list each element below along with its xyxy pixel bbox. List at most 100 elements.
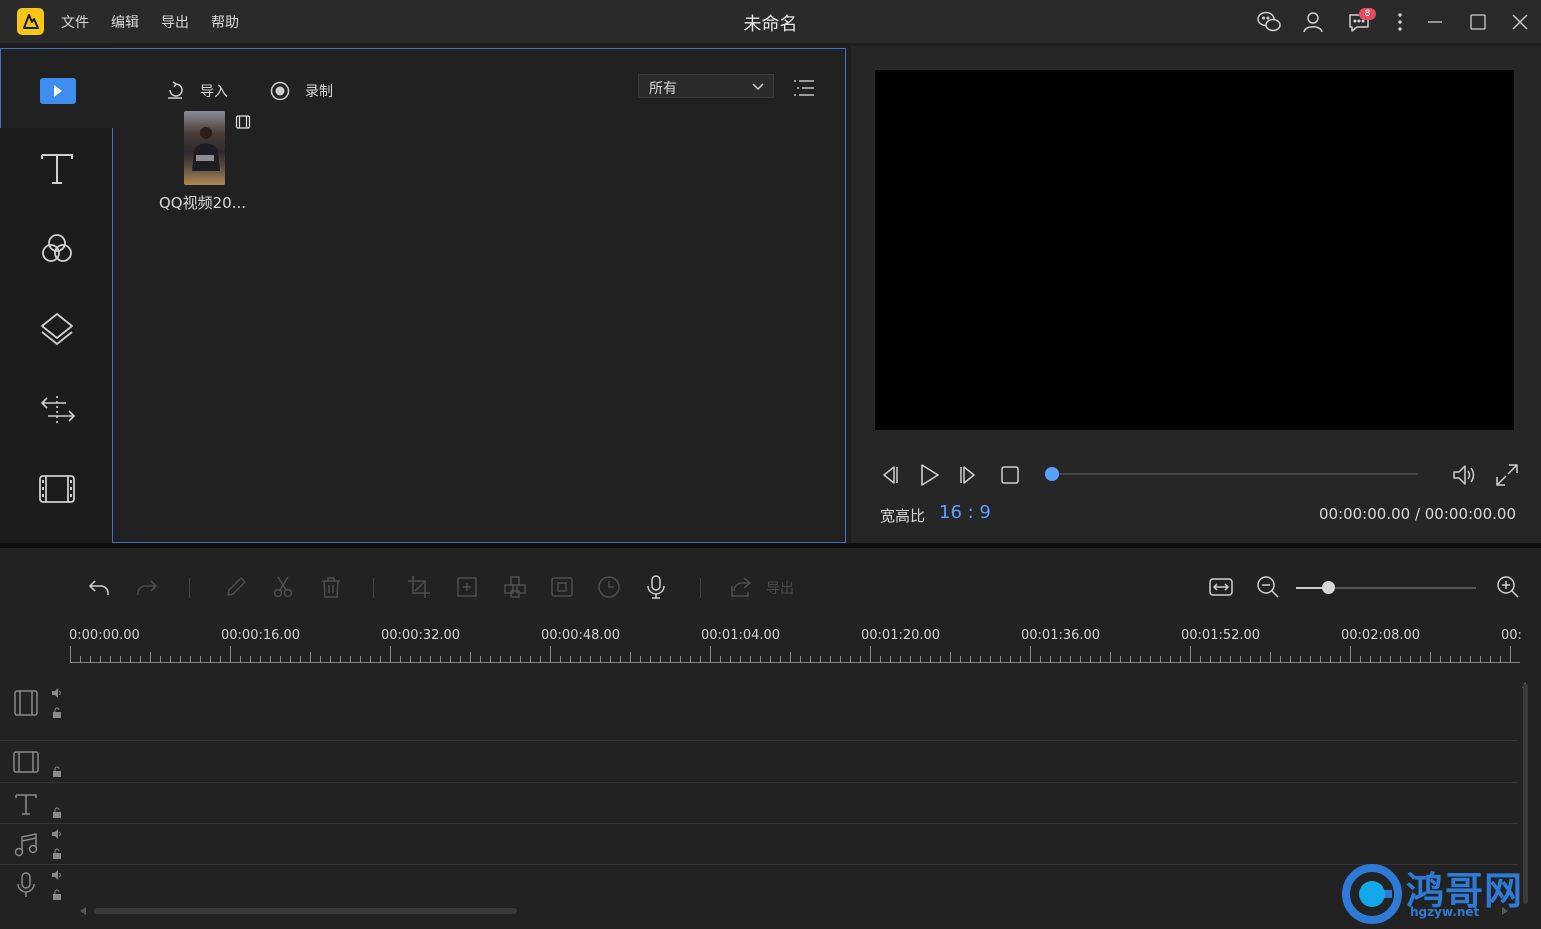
list-view-icon[interactable]	[792, 78, 816, 98]
voice-track-icon	[12, 871, 40, 899]
timecode: 00:00:00.00 / 00:00:00.00	[1318, 505, 1516, 523]
ruler-label: 00:02:08.00	[1341, 628, 1421, 643]
record-label: 录制	[305, 84, 333, 100]
media-filter-select[interactable]: 所有	[638, 74, 774, 98]
microphone-icon[interactable]	[643, 574, 669, 600]
playback-progress-track[interactable]	[1052, 473, 1418, 475]
maximize-icon[interactable]	[1465, 9, 1491, 35]
crop-icon[interactable]	[406, 574, 432, 600]
video-type-icon	[235, 114, 251, 130]
toolbar-separator	[700, 578, 701, 598]
scroll-left-icon[interactable]	[78, 905, 88, 917]
media-library-border	[112, 128, 113, 543]
element-icon[interactable]	[36, 468, 78, 510]
library-panel	[0, 46, 847, 543]
undo-icon[interactable]	[86, 574, 112, 600]
track-video-overlay[interactable]	[0, 741, 1518, 783]
transition-icon[interactable]	[36, 388, 78, 430]
watermark-logo	[1340, 860, 1404, 924]
ruler-label: 00:01:36.00	[1021, 628, 1101, 643]
text-track-icon	[12, 790, 40, 818]
volume-icon[interactable]	[1451, 462, 1477, 488]
lock-icon[interactable]	[51, 807, 63, 819]
lock-icon[interactable]	[51, 707, 63, 719]
zoom-slider-knob[interactable]	[1322, 581, 1335, 594]
mute-icon[interactable]	[51, 828, 63, 840]
more-icon[interactable]	[1387, 9, 1413, 35]
menu-file[interactable]: 文件	[61, 12, 89, 32]
music-track-icon	[12, 831, 40, 859]
toolbar-separator	[189, 578, 190, 598]
aspect-ratio-label: 宽高比	[880, 507, 926, 525]
ruler-label: 00:01:52.00	[1181, 628, 1261, 643]
menu-edit[interactable]: 编辑	[111, 12, 139, 32]
lock-icon[interactable]	[51, 889, 63, 901]
aspect-ratio-value[interactable]: 16 : 9	[939, 502, 991, 523]
import-label: 导入	[200, 84, 228, 100]
ruler-label: 00:01:20.00	[861, 628, 941, 643]
cut-icon[interactable]	[270, 574, 296, 600]
ruler-label: 00:00:32.00	[381, 628, 461, 643]
menu-export[interactable]: 导出	[161, 12, 189, 32]
close-icon[interactable]	[1507, 9, 1533, 35]
stop-icon[interactable]	[997, 462, 1023, 488]
ruler-label: 00:01:04.00	[701, 628, 781, 643]
import-button[interactable]: 导入	[164, 80, 228, 102]
import-icon	[168, 81, 183, 99]
lock-icon[interactable]	[51, 766, 63, 778]
lock-icon[interactable]	[51, 848, 63, 860]
clip-name: QQ视频20...	[159, 194, 247, 212]
mute-icon[interactable]	[51, 869, 63, 881]
toolbar-separator	[373, 578, 374, 598]
edit-icon[interactable]	[223, 574, 249, 600]
ruler-label: 00:	[1501, 628, 1522, 643]
horizontal-scroll-thumb[interactable]	[94, 908, 517, 914]
snapshot-icon[interactable]	[549, 574, 575, 600]
duration-icon[interactable]	[596, 574, 622, 600]
redo-icon[interactable]	[134, 574, 160, 600]
clip-thumbnail[interactable]	[184, 111, 225, 185]
resize-icon[interactable]	[454, 574, 480, 600]
zoom-in-icon[interactable]	[1495, 574, 1521, 600]
timeline-export-icon[interactable]	[728, 574, 754, 600]
zoom-out-icon[interactable]	[1255, 574, 1281, 600]
vertical-scroll-thumb[interactable]	[1523, 684, 1528, 904]
notification-badge: 8	[1359, 8, 1376, 20]
watermark-domain: hgzyw.net	[1410, 905, 1480, 919]
menu-help[interactable]: 帮助	[211, 12, 239, 32]
text-icon[interactable]	[36, 147, 78, 189]
filter-icon[interactable]	[36, 228, 78, 270]
track-music[interactable]	[0, 824, 1518, 865]
chevron-down-icon	[752, 83, 764, 91]
mute-icon[interactable]	[51, 687, 63, 699]
title-bar: 文件 编辑 导出 帮助 未命名 8	[0, 0, 1541, 43]
track-text[interactable]	[0, 783, 1518, 824]
next-frame-icon[interactable]	[956, 462, 982, 488]
fit-timeline-icon[interactable]	[1208, 574, 1234, 600]
track-video-main[interactable]	[0, 665, 1518, 741]
timeline-export-label[interactable]: 导出	[766, 578, 794, 598]
ruler-label: 0:00:00.00	[69, 628, 140, 643]
ruler-label: 00:00:16.00	[221, 628, 301, 643]
delete-icon[interactable]	[318, 574, 344, 600]
prev-frame-icon[interactable]	[876, 462, 902, 488]
user-icon[interactable]	[1300, 9, 1326, 35]
ruler-label: 00:00:48.00	[541, 628, 621, 643]
video-track-icon	[12, 689, 40, 717]
play-icon[interactable]	[916, 462, 942, 488]
minimize-icon[interactable]	[1422, 9, 1448, 35]
filter-value: 所有	[649, 81, 677, 97]
overlay-track-icon	[12, 748, 40, 776]
fullscreen-icon[interactable]	[1494, 462, 1520, 488]
record-icon	[270, 81, 290, 101]
ruler-baseline	[70, 662, 1520, 663]
media-icon[interactable]	[36, 70, 78, 112]
overlay-icon[interactable]	[36, 308, 78, 350]
playback-progress-knob[interactable]	[1045, 467, 1059, 481]
record-button[interactable]: 录制	[269, 80, 333, 102]
track-voice[interactable]	[0, 865, 1518, 906]
wechat-icon[interactable]	[1256, 9, 1282, 35]
app-logo[interactable]	[17, 8, 44, 35]
preview-screen	[875, 70, 1514, 430]
mosaic-icon[interactable]	[502, 574, 528, 600]
